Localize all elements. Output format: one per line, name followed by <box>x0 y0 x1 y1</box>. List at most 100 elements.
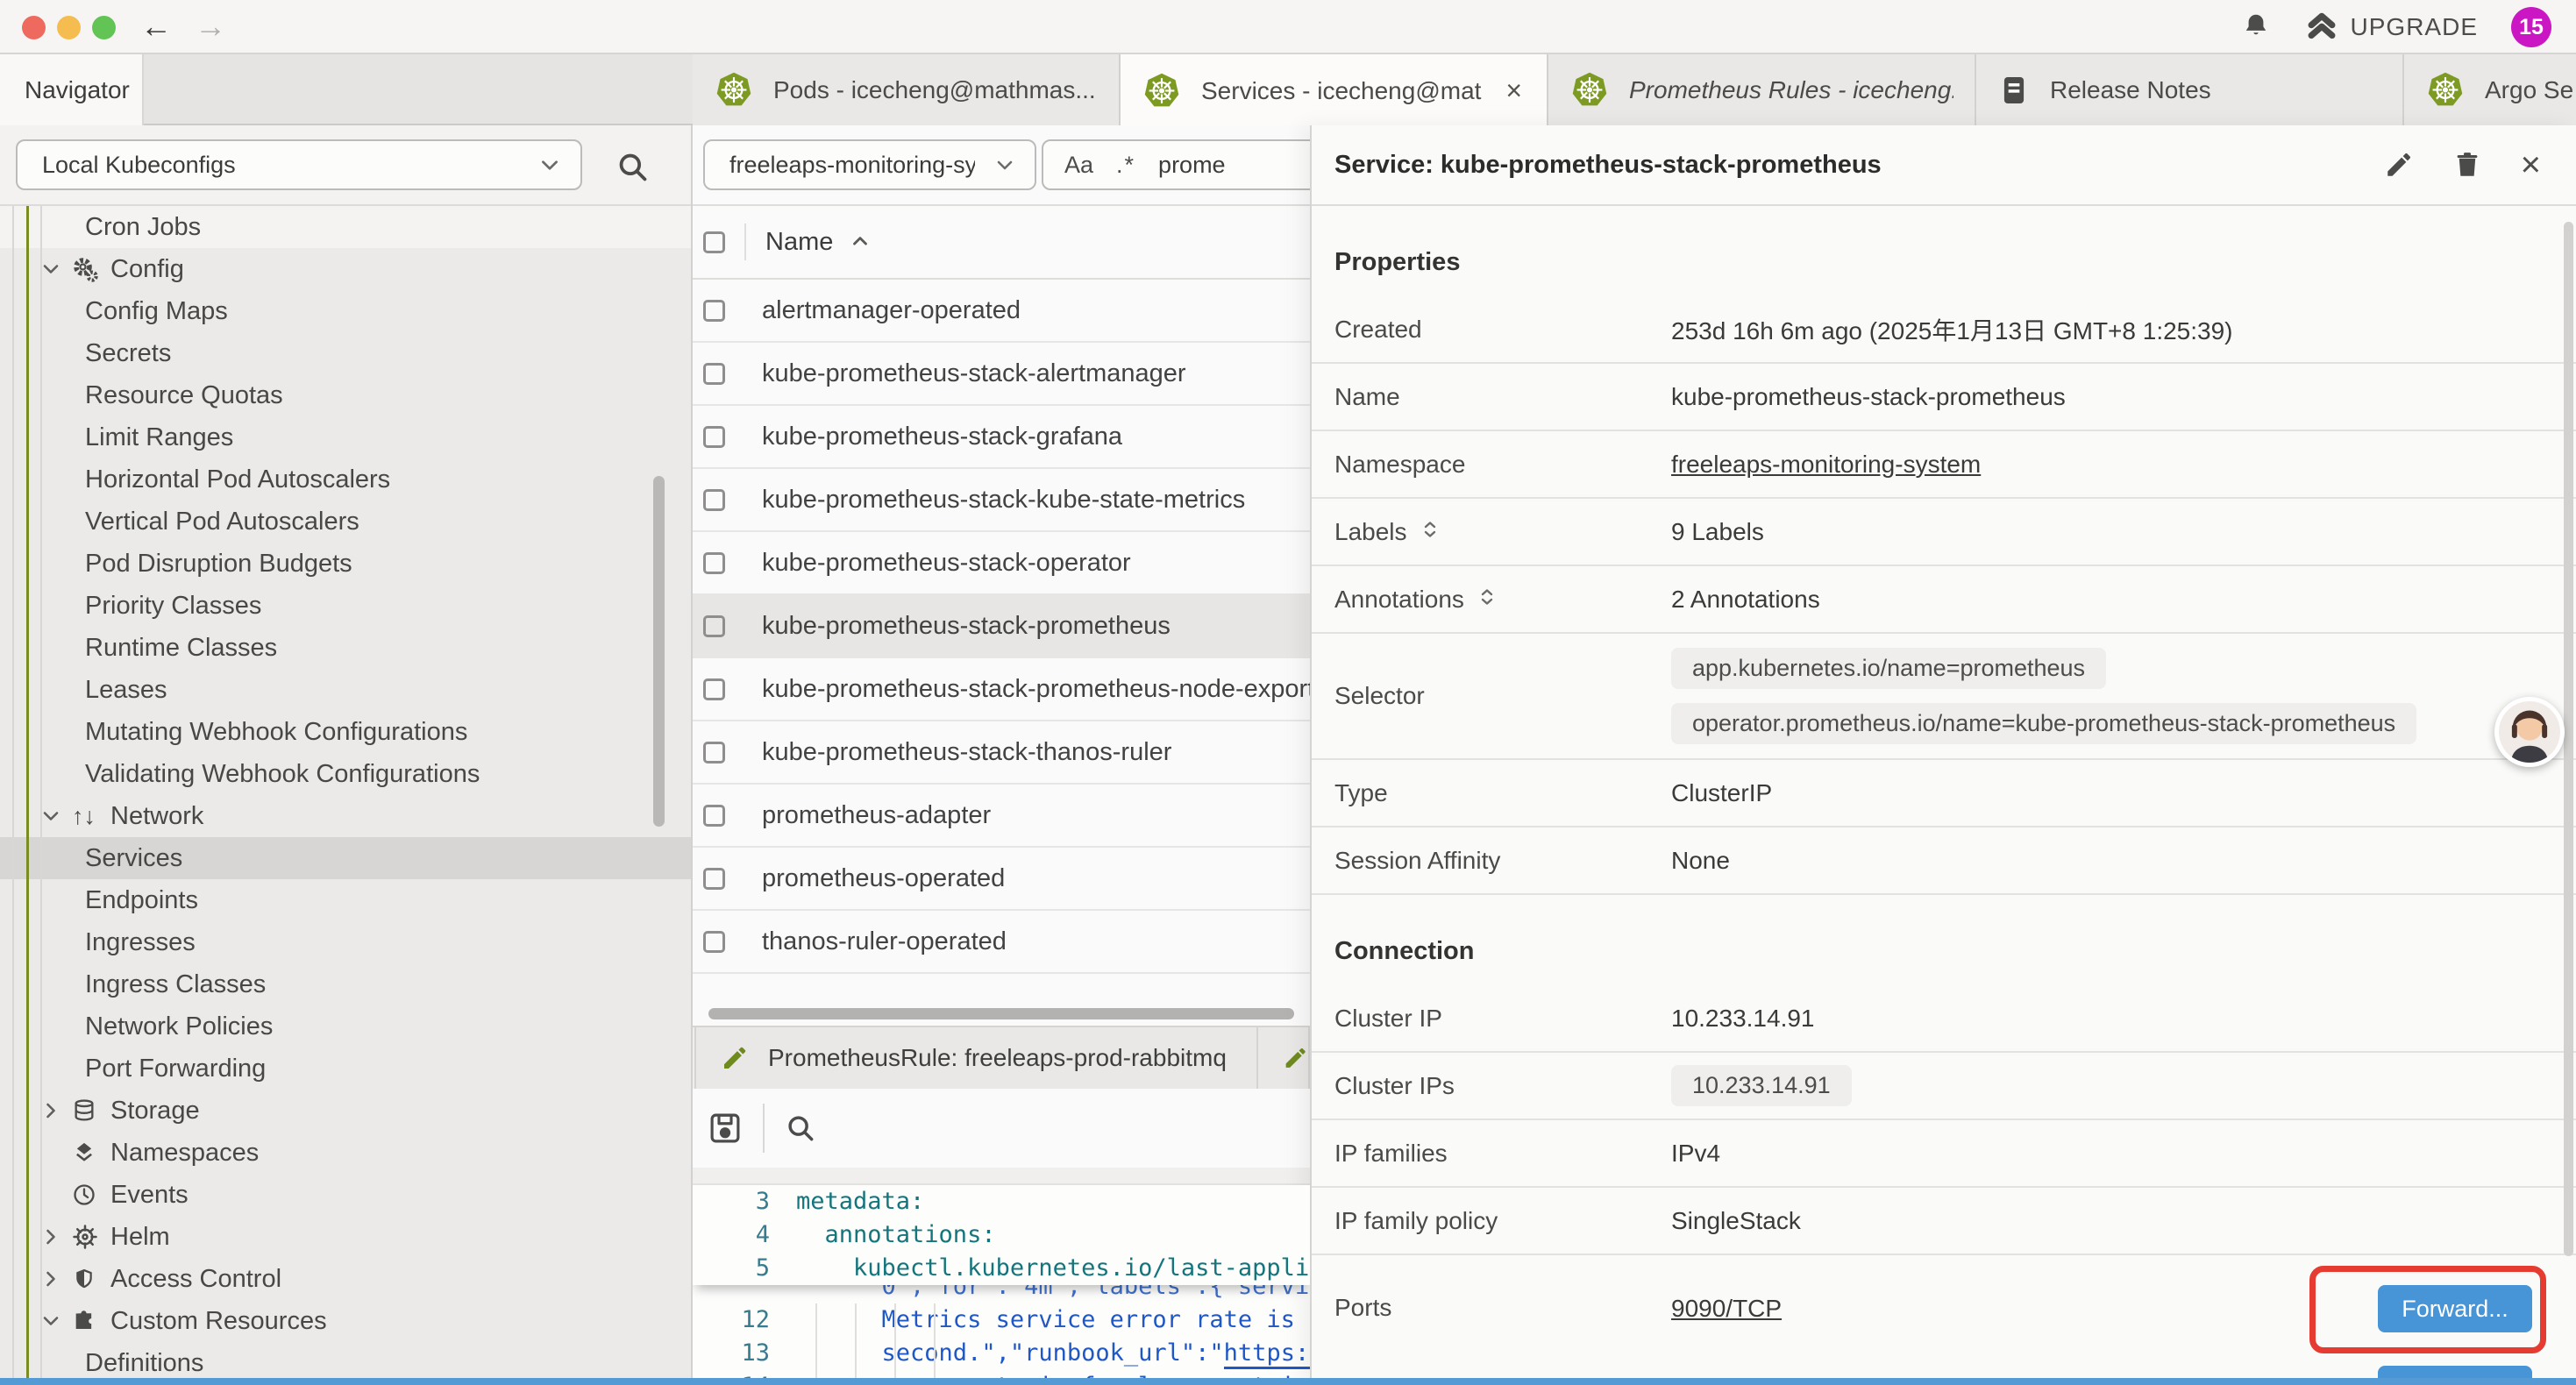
match-case-toggle[interactable]: Aa <box>1064 152 1093 179</box>
table-row-alertmanager-operated[interactable]: alertmanager-operated <box>693 280 1310 343</box>
horizontal-scrollbar-thumb[interactable] <box>708 1008 1294 1019</box>
chevron-down-icon[interactable] <box>40 806 61 827</box>
sidebar-item-leases[interactable]: Leases <box>0 669 691 711</box>
table-row-kube-prometheus-stack-prometheus[interactable]: kube-prometheus-stack-prometheus <box>693 595 1310 658</box>
sidebar-item-network-policies[interactable]: Network Policies <box>0 1005 691 1048</box>
tab-navigator[interactable]: Navigator <box>0 54 144 125</box>
sidebar-item-validating-webhook-configurations[interactable]: Validating Webhook Configurations <box>0 753 691 795</box>
sidebar-item-endpoints[interactable]: Endpoints <box>0 879 691 921</box>
sidebar-item-horizontal-pod-autoscalers[interactable]: Horizontal Pod Autoscalers <box>0 458 691 501</box>
namespace-link[interactable]: freeleaps-monitoring-system <box>1671 451 1981 479</box>
table-search-input[interactable]: Aa .* prome <box>1042 139 1310 190</box>
yaml-editor[interactable]: 3metadata:4 annotations:5 kubectl.kubern… <box>693 1185 1310 1385</box>
sort-ascending-icon[interactable] <box>849 231 872 253</box>
sidebar-item-ingress-classes[interactable]: Ingress Classes <box>0 963 691 1005</box>
minimize-window-button[interactable] <box>57 16 81 39</box>
sidebar-item-ingresses[interactable]: Ingresses <box>0 921 691 963</box>
sidebar-item-access-control[interactable]: Access Control <box>0 1258 691 1300</box>
sidebar-item-vertical-pod-autoscalers[interactable]: Vertical Pod Autoscalers <box>0 501 691 543</box>
upgrade-button[interactable]: UPGRADE <box>2305 11 2478 44</box>
sidebar-item-network[interactable]: ↑↓Network <box>0 795 691 837</box>
sort-updown-icon[interactable] <box>1477 586 1498 607</box>
editor-breadcrumb-strip <box>693 1168 1310 1185</box>
port-link[interactable]: 9090/TCP <box>1671 1295 1782 1323</box>
row-checkbox[interactable] <box>703 678 725 700</box>
sort-updown-icon[interactable] <box>1420 519 1441 540</box>
row-checkbox[interactable] <box>703 552 725 574</box>
select-all-checkbox[interactable] <box>703 231 725 253</box>
table-row-kube-prometheus-stack-kube-state-metrics[interactable]: kube-prometheus-stack-kube-state-metrics <box>693 469 1310 532</box>
save-icon[interactable] <box>707 1110 744 1147</box>
row-checkbox[interactable] <box>703 300 725 322</box>
sidebar-item-label: Horizontal Pod Autoscalers <box>85 465 390 494</box>
editor-tab-prometheusrule-freeleaps-prod-rabbitmq[interactable]: PrometheusRule: freeleaps-prod-rabbitmq <box>694 1027 1258 1089</box>
notifications-bell-icon[interactable] <box>2240 11 2272 43</box>
tab-services-icecheng-math[interactable]: Services - icecheng@math...× <box>1121 54 1548 125</box>
regex-toggle[interactable]: .* <box>1116 152 1135 179</box>
row-checkbox[interactable] <box>703 805 725 827</box>
notification-count-badge[interactable]: 15 <box>2511 7 2551 47</box>
sidebar-item-port-forwarding[interactable]: Port Forwarding <box>0 1048 691 1090</box>
sidebar-item-config-maps[interactable]: Config Maps <box>0 290 691 332</box>
back-arrow-icon[interactable]: ← <box>140 7 172 46</box>
detail-scrollbar-thumb[interactable] <box>2564 222 2573 1256</box>
table-row-kube-prometheus-stack-grafana[interactable]: kube-prometheus-stack-grafana <box>693 406 1310 469</box>
table-row-kube-prometheus-stack-operator[interactable]: kube-prometheus-stack-operator <box>693 532 1310 595</box>
row-checkbox[interactable] <box>703 363 725 385</box>
sidebar-item-helm[interactable]: Helm <box>0 1216 691 1258</box>
close-window-button[interactable] <box>22 16 46 39</box>
row-checkbox[interactable] <box>703 742 725 764</box>
chevron-right-icon[interactable] <box>40 1268 61 1289</box>
sidebar-item-namespaces[interactable]: Namespaces <box>0 1132 691 1174</box>
column-header-name[interactable]: Name <box>765 228 833 257</box>
table-row-kube-prometheus-stack-prometheus-node-ex[interactable]: kube-prometheus-stack-prometheus-node-ex… <box>693 658 1310 721</box>
row-checkbox[interactable] <box>703 489 725 511</box>
sidebar-item-limit-ranges[interactable]: Limit Ranges <box>0 416 691 458</box>
close-panel-icon[interactable]: × <box>2521 152 2541 178</box>
chevron-down-icon[interactable] <box>40 1310 61 1332</box>
sidebar-item-secrets[interactable]: Secrets <box>0 332 691 374</box>
sidebar-item-runtime-classes[interactable]: Runtime Classes <box>0 627 691 669</box>
delete-trash-icon[interactable] <box>2452 150 2482 180</box>
edit-pencil-icon[interactable] <box>2384 150 2414 180</box>
sidebar-search-button[interactable] <box>614 148 652 187</box>
editor-tab-bar: PrometheusRule: freeleaps-prod-rabbitmq <box>693 1026 1310 1089</box>
sidebar-item-cron-jobs[interactable]: Cron Jobs <box>0 206 691 248</box>
maximize-window-button[interactable] <box>92 16 116 39</box>
tab-pods-icecheng-mathmas[interactable]: Pods - icecheng@mathmas... <box>693 54 1121 125</box>
sidebar-scrollbar-thumb[interactable] <box>653 476 665 827</box>
namespace-selector[interactable]: freeleaps-monitoring-system <box>703 139 1036 190</box>
sidebar-item-pod-disruption-budgets[interactable]: Pod Disruption Budgets <box>0 543 691 585</box>
sidebar-item-resource-quotas[interactable]: Resource Quotas <box>0 374 691 416</box>
editor-search-icon[interactable] <box>784 1112 817 1145</box>
sidebar-item-config[interactable]: Config <box>0 248 691 290</box>
forward-arrow-icon[interactable]: → <box>195 7 226 46</box>
tab-close-icon[interactable]: × <box>1502 75 1526 107</box>
sidebar-item-mutating-webhook-configurations[interactable]: Mutating Webhook Configurations <box>0 711 691 753</box>
row-checkbox[interactable] <box>703 615 725 637</box>
chevron-right-icon[interactable] <box>40 1100 61 1121</box>
editor-tab-clipped[interactable] <box>1258 1027 1310 1089</box>
table-row-prometheus-operated[interactable]: prometheus-operated <box>693 848 1310 911</box>
chevron-down-icon[interactable] <box>40 259 61 280</box>
table-row-thanos-ruler-operated[interactable]: thanos-ruler-operated <box>693 911 1310 974</box>
user-avatar[interactable] <box>2494 697 2565 767</box>
sidebar-item-storage[interactable]: Storage <box>0 1090 691 1132</box>
detail-title: Service: kube-prometheus-stack-prometheu… <box>1334 151 2384 180</box>
tab-prometheus-rules-icecheng[interactable]: Prometheus Rules - icecheng... <box>1548 54 1976 125</box>
sidebar-item-custom-resources[interactable]: Custom Resources <box>0 1300 691 1342</box>
row-checkbox[interactable] <box>703 868 725 890</box>
table-row-prometheus-adapter[interactable]: prometheus-adapter <box>693 785 1310 848</box>
table-row-kube-prometheus-stack-alertmanager[interactable]: kube-prometheus-stack-alertmanager <box>693 343 1310 406</box>
sidebar-item-events[interactable]: Events <box>0 1174 691 1216</box>
row-checkbox[interactable] <box>703 931 725 953</box>
tab-release-notes[interactable]: Release Notes <box>1976 54 2404 125</box>
runbook-url-link[interactable]: https://net <box>1224 1339 1310 1369</box>
table-row-kube-prometheus-stack-thanos-ruler[interactable]: kube-prometheus-stack-thanos-ruler <box>693 721 1310 785</box>
chevron-right-icon[interactable] <box>40 1226 61 1247</box>
sidebar-item-services[interactable]: Services <box>0 837 691 879</box>
tab-argo-se[interactable]: Argo Se <box>2404 54 2576 125</box>
sidebar-item-priority-classes[interactable]: Priority Classes <box>0 585 691 627</box>
row-checkbox[interactable] <box>703 426 725 448</box>
kubeconfig-selector[interactable]: Local Kubeconfigs <box>16 139 582 190</box>
